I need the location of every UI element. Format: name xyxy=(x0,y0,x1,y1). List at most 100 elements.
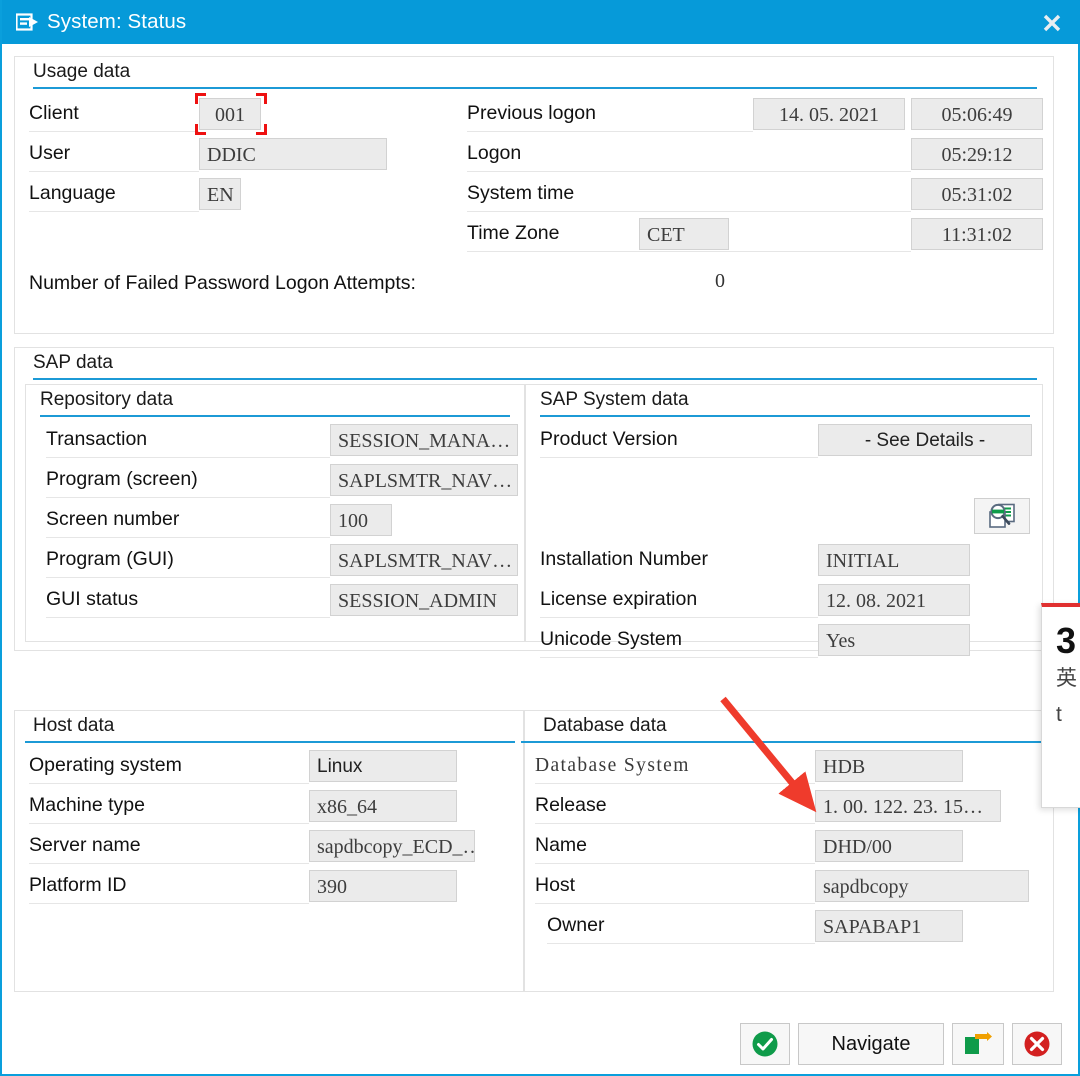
field-installation-number[interactable]: INITIAL xyxy=(818,544,970,576)
row-db-owner: Owner SAPABAP1 xyxy=(525,907,1055,945)
row-operating-system: Operating system Linux xyxy=(15,747,525,785)
row-gui-status: GUI status SESSION_ADMIN xyxy=(26,581,526,619)
navigate-button[interactable]: Navigate xyxy=(798,1023,944,1065)
row-product-version: Product Version - See Details - xyxy=(526,421,1044,459)
exit-button[interactable] xyxy=(952,1023,1004,1065)
sap-system-data-rule xyxy=(540,415,1030,417)
field-db-name[interactable]: DHD/00 xyxy=(815,830,963,862)
label-license-expiration: License expiration xyxy=(540,581,818,618)
annotation-callout-card: 3 英 t xyxy=(1041,603,1080,808)
dialog-button-bar: Navigate xyxy=(740,1022,1062,1066)
field-product-version[interactable]: - See Details - xyxy=(818,424,1032,456)
label-client: Client xyxy=(29,95,199,132)
field-unicode-system[interactable]: Yes xyxy=(818,624,970,656)
row-platform-id: Platform ID 390 xyxy=(15,867,525,905)
field-database-system[interactable]: HDB xyxy=(815,750,963,782)
window-list-icon xyxy=(16,13,38,31)
field-release[interactable]: 1. 00. 122. 23. 15… xyxy=(815,790,1001,822)
field-system-time[interactable]: 05:31:02 xyxy=(911,178,1043,210)
field-license-expiration[interactable]: 12. 08. 2021 xyxy=(818,584,970,616)
row-logon: Logon 05:29:12 xyxy=(467,135,1043,173)
sap-data-group: SAP data Repository data Transaction SES… xyxy=(14,347,1054,658)
row-license-expiration: License expiration 12. 08. 2021 xyxy=(526,581,1044,619)
value-failed-logon-attempts: 0 xyxy=(715,270,725,292)
label-system-time: System time xyxy=(467,175,911,212)
red-cross-icon xyxy=(1024,1031,1050,1057)
row-database-system: Database System HDB xyxy=(525,747,1055,785)
field-logon-time[interactable]: 05:29:12 xyxy=(911,138,1043,170)
annotation-step-number: 3 xyxy=(1056,620,1077,661)
database-data-heading: Database data xyxy=(543,715,667,736)
cancel-button[interactable] xyxy=(1012,1023,1062,1065)
field-program-screen[interactable]: SAPLSMTR_NAV… xyxy=(330,464,518,496)
row-transaction: Transaction SESSION_MANA… xyxy=(26,421,526,459)
host-data-heading: Host data xyxy=(33,715,115,736)
host-data-panel: Host data Operating system Linux Machine… xyxy=(14,710,524,992)
label-screen-number: Screen number xyxy=(46,501,330,538)
field-user[interactable]: DDIC xyxy=(199,138,387,170)
row-machine-type: Machine type x86_64 xyxy=(15,787,525,825)
sap-data-heading: SAP data xyxy=(33,352,113,373)
field-transaction[interactable]: SESSION_MANA… xyxy=(330,424,518,456)
annotation-line-2: t xyxy=(1056,703,1062,726)
system-status-dialog: System: Status Usage data Client 001 Use… xyxy=(0,0,1080,1076)
ok-button[interactable] xyxy=(740,1023,790,1065)
dialog-title: System: Status xyxy=(47,10,187,33)
field-db-owner[interactable]: SAPABAP1 xyxy=(815,910,963,942)
field-program-gui[interactable]: SAPLSMTR_NAV… xyxy=(330,544,518,576)
label-platform-id: Platform ID xyxy=(29,867,309,904)
label-gui-status: GUI status xyxy=(46,581,330,618)
repository-data-panel: Repository data Transaction SESSION_MANA… xyxy=(25,384,525,642)
host-data-rule xyxy=(25,741,515,743)
exit-arrow-icon xyxy=(965,1032,992,1054)
field-platform-id[interactable]: 390 xyxy=(309,870,457,902)
label-logon: Logon xyxy=(467,135,911,172)
field-client[interactable]: 001 xyxy=(199,98,261,130)
label-machine-type: Machine type xyxy=(29,787,309,824)
label-db-owner: Owner xyxy=(547,907,815,944)
row-language: Language EN xyxy=(15,175,535,213)
row-server-name: Server name sapdbcopy_ECD_… xyxy=(15,827,525,865)
field-gui-status[interactable]: SESSION_ADMIN xyxy=(330,584,518,616)
label-transaction: Transaction xyxy=(46,421,330,458)
row-unicode-system: Unicode System Yes xyxy=(526,621,1044,659)
row-db-name: Name DHD/00 xyxy=(525,827,1055,865)
label-product-version: Product Version xyxy=(540,421,818,458)
field-previous-logon-time[interactable]: 05:06:49 xyxy=(911,98,1043,130)
field-operating-system[interactable]: Linux xyxy=(309,750,457,782)
dialog-titlebar: System: Status xyxy=(2,0,1080,44)
label-user: User xyxy=(29,135,199,172)
sap-system-data-heading: SAP System data xyxy=(540,389,689,410)
field-screen-number[interactable]: 100 xyxy=(330,504,392,536)
label-program-gui: Program (GUI) xyxy=(46,541,330,578)
label-program-screen: Program (screen) xyxy=(46,461,330,498)
close-icon[interactable] xyxy=(1036,8,1068,38)
label-language: Language xyxy=(29,175,199,212)
field-db-host[interactable]: sapdbcopy xyxy=(815,870,1029,902)
row-system-time: System time 05:31:02 xyxy=(467,175,1043,213)
row-client: Client 001 xyxy=(15,93,535,135)
label-server-name: Server name xyxy=(29,827,309,864)
field-server-name[interactable]: sapdbcopy_ECD_… xyxy=(309,830,475,862)
usage-data-group: Usage data Client 001 User DDIC Language… xyxy=(14,56,1054,334)
row-time-zone: Time Zone CET 11:31:02 xyxy=(467,215,1043,253)
row-previous-logon: Previous logon 14. 05. 2021 05:06:49 xyxy=(467,95,1043,133)
database-data-rule xyxy=(521,741,1051,743)
field-machine-type[interactable]: x86_64 xyxy=(309,790,457,822)
repository-data-heading: Repository data xyxy=(40,389,174,410)
dialog-content: Usage data Client 001 User DDIC Language… xyxy=(2,44,1078,1074)
label-database-system: Database System xyxy=(535,747,815,784)
row-release: Release 1. 00. 122. 23. 15… xyxy=(525,787,1055,825)
row-installation-number: Installation Number INITIAL xyxy=(526,501,1044,576)
label-operating-system: Operating system xyxy=(29,747,309,784)
field-language[interactable]: EN xyxy=(199,178,241,210)
row-user: User DDIC xyxy=(15,135,535,173)
field-previous-logon-date[interactable]: 14. 05. 2021 xyxy=(753,98,905,130)
usage-data-heading: Usage data xyxy=(33,61,131,82)
field-time-zone-time[interactable]: 11:31:02 xyxy=(911,218,1043,250)
database-data-panel: Database data Database System HDB Releas… xyxy=(521,710,1055,992)
green-check-icon xyxy=(752,1031,778,1057)
field-time-zone[interactable]: CET xyxy=(639,218,729,250)
label-release: Release xyxy=(535,787,815,824)
row-db-host: Host sapdbcopy xyxy=(525,867,1055,905)
